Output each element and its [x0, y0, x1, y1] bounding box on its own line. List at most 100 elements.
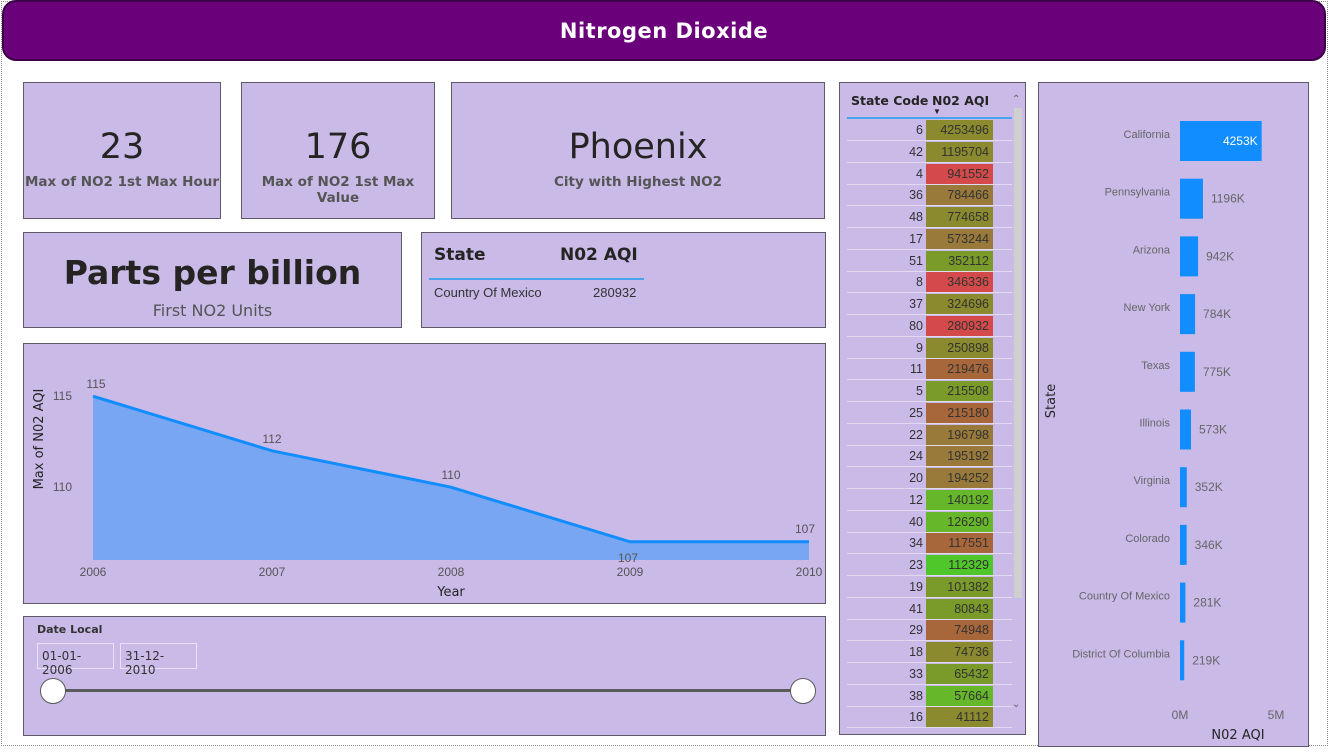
state-code-cell: 9	[916, 340, 923, 355]
table-row[interactable]: 34 117551	[847, 532, 1012, 555]
card-label: Max of NO2 1st Max Value	[261, 174, 415, 206]
state-code-cell: 22	[909, 427, 923, 442]
state-code-cell: 34	[909, 536, 923, 551]
category-label: Virginia	[1134, 475, 1171, 487]
bar[interactable]	[1180, 236, 1199, 277]
table-row[interactable]: 22 196798	[847, 424, 1012, 446]
table-row[interactable]: 36 784466	[847, 184, 1012, 207]
state-code-cell: 42	[909, 144, 923, 159]
aqi-cell: 215508	[926, 381, 993, 401]
data-label: 281K	[1193, 596, 1221, 610]
table-row[interactable]: 42 1195704	[847, 141, 1012, 163]
state-code-table[interactable]: State Code N02 AQI ▼ 6 4253496 42 1195704 4 9…	[839, 82, 1026, 735]
state-code-cell: 38	[909, 688, 923, 703]
table-row[interactable]: 4 941552	[847, 163, 1012, 185]
table-row[interactable]: 12 140192	[847, 489, 1012, 511]
table-row[interactable]: 6 4253496	[847, 119, 1012, 141]
state-code-cell: 80	[909, 318, 923, 333]
x-tick-label: 2007	[259, 565, 286, 579]
table-row[interactable]: 37 324696	[847, 293, 1012, 315]
table-row[interactable]: 18 74736	[847, 641, 1012, 663]
aqi-cell: 774658	[926, 207, 993, 227]
date-slicer[interactable]: Date Local 01-01-2006 31-12-2010	[23, 616, 826, 736]
column-header-aqi[interactable]: N02 AQI	[560, 245, 638, 265]
aqi-cell: 280932	[926, 315, 993, 336]
column-header-no2-aqi[interactable]: N02 AQI	[932, 93, 989, 108]
bar[interactable]	[1180, 294, 1196, 335]
x-tick-label: 2006	[80, 565, 107, 579]
column-header-state[interactable]: State	[434, 245, 486, 265]
x-tick-label: 0M	[1172, 708, 1189, 722]
sort-descending-icon[interactable]: ▼	[933, 107, 941, 116]
table-row[interactable]: 38 57664	[847, 685, 1012, 707]
aqi-cell: 101382	[926, 576, 993, 597]
area-chart-panel[interactable]: Max of N02 AQI Year 115 110 2006 2007 2008 20…	[23, 343, 826, 604]
table-row[interactable]: 23 112329	[847, 554, 1012, 576]
end-date-input[interactable]: 31-12-2010	[120, 643, 197, 677]
slider-end-handle[interactable]	[790, 678, 816, 704]
slider-track[interactable]	[54, 689, 806, 692]
card-units[interactable]: Parts per billion First NO2 Units	[23, 232, 402, 328]
state-code-cell: 18	[909, 645, 923, 659]
start-date-input[interactable]: 01-01-2006	[37, 643, 114, 677]
state-code-cell: 5	[916, 384, 923, 398]
table-row[interactable]: 51 352112	[847, 250, 1012, 272]
category-label: Colorado	[1125, 533, 1170, 545]
scroll-down-icon[interactable]: ⌄	[1012, 699, 1020, 710]
table-row[interactable]: 40 126290	[847, 511, 1012, 533]
table-row[interactable]: 48 774658	[847, 206, 1012, 228]
category-label: Arizona	[1133, 244, 1171, 256]
state-code-cell: 17	[909, 231, 923, 246]
table-row[interactable]: 80 280932	[847, 315, 1012, 337]
aqi-cell: 215180	[926, 402, 993, 423]
card-value: 176	[304, 127, 372, 167]
bar[interactable]	[1180, 582, 1186, 623]
column-header-state-code[interactable]: State Code	[851, 93, 928, 108]
card-max-hour[interactable]: 23 Max of NO2 1st Max Hour	[23, 82, 221, 219]
bar[interactable]	[1180, 351, 1195, 392]
table-row[interactable]: 9 250898	[847, 337, 1012, 359]
state-code-cell: 16	[909, 710, 923, 725]
table-cell-state: Country Of Mexico	[434, 285, 542, 300]
state-code-cell: 51	[909, 253, 923, 268]
table-row[interactable]: 29 74948	[847, 619, 1012, 642]
table-row[interactable]: 5 215508	[847, 380, 1012, 402]
state-table[interactable]: State N02 AQI Country Of Mexico 280932	[421, 232, 826, 328]
slider-start-handle[interactable]	[40, 678, 66, 704]
data-label: 784K	[1203, 307, 1231, 321]
bar[interactable]	[1180, 640, 1185, 681]
table-row[interactable]: 11 219476	[847, 358, 1012, 381]
aqi-cell: 112329	[926, 555, 993, 575]
y-tick-label: 115	[53, 389, 72, 403]
card-max-value[interactable]: 176 Max of NO2 1st Max Value	[241, 82, 435, 219]
state-code-cell: 11	[910, 362, 923, 377]
card-city[interactable]: Phoenix City with Highest NO2	[451, 82, 825, 219]
aqi-cell: 74736	[926, 642, 993, 662]
bar[interactable]	[1180, 467, 1187, 508]
table-row[interactable]: 8 346336	[847, 271, 1012, 294]
table-row[interactable]: 33 65432	[847, 663, 1012, 685]
scrollbar-thumb[interactable]	[1014, 108, 1022, 598]
aqi-cell: 195192	[926, 446, 993, 467]
data-label: 352K	[1195, 480, 1223, 494]
table-row[interactable]: 20 194252	[847, 467, 1012, 489]
table-row[interactable]: 17 573244	[847, 228, 1012, 250]
bar[interactable]	[1180, 409, 1192, 450]
table-row[interactable]: 24 195192	[847, 445, 1012, 468]
data-label: 110	[441, 468, 460, 482]
table-row[interactable]: 41 80843	[847, 598, 1012, 620]
aqi-cell: 196798	[926, 424, 993, 445]
bar[interactable]	[1180, 524, 1187, 565]
scroll-up-icon[interactable]: ⌃	[1012, 94, 1020, 105]
x-tick-label: 2010	[796, 565, 823, 579]
data-label: 115	[86, 377, 105, 391]
state-code-cell: 20	[909, 471, 923, 485]
table-row[interactable]: 19 101382	[847, 576, 1012, 598]
state-code-cell: 6	[916, 123, 923, 137]
bar-chart-panel[interactable]: State N02 AQI California 4253K Pennsylvani…	[1038, 82, 1309, 747]
card-label: First NO2 Units	[152, 301, 273, 320]
state-code-cell: 23	[909, 558, 923, 572]
bar[interactable]	[1180, 178, 1203, 219]
table-row[interactable]: 25 215180	[847, 402, 1012, 424]
table-row[interactable]: 16 41112	[847, 706, 1012, 729]
